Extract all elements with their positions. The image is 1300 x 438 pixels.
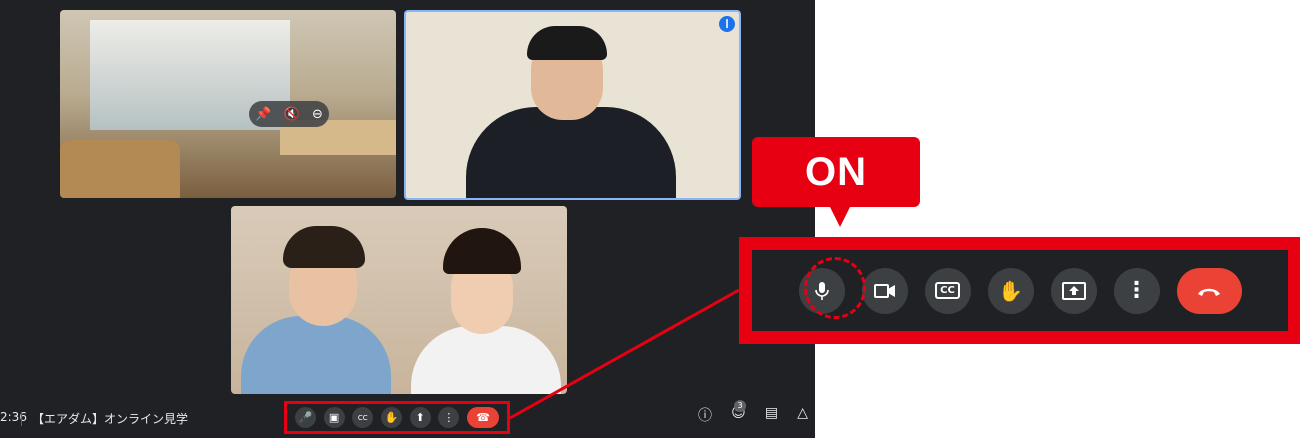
connector-line	[509, 288, 740, 420]
raise-hand-icon: ✋	[998, 278, 1023, 303]
end-call-icon	[1198, 288, 1220, 296]
captions-icon: CC	[935, 282, 960, 299]
raise-hand-button[interactable]: ✋	[987, 267, 1034, 314]
on-callout-bubble: ON	[752, 137, 920, 207]
callout-tail	[829, 205, 851, 227]
callout-connector-lines	[509, 288, 740, 420]
present-button[interactable]	[1050, 267, 1097, 314]
end-call-button[interactable]	[1176, 267, 1242, 314]
more-options-button[interactable]: ⋮	[1113, 267, 1160, 314]
mic-highlight-circle	[804, 257, 866, 319]
captions-button[interactable]: CC	[924, 267, 971, 314]
camera-icon	[873, 283, 895, 298]
more-icon: ⋮	[1125, 278, 1148, 303]
camera-button[interactable]	[861, 267, 908, 314]
present-icon	[1061, 281, 1086, 300]
